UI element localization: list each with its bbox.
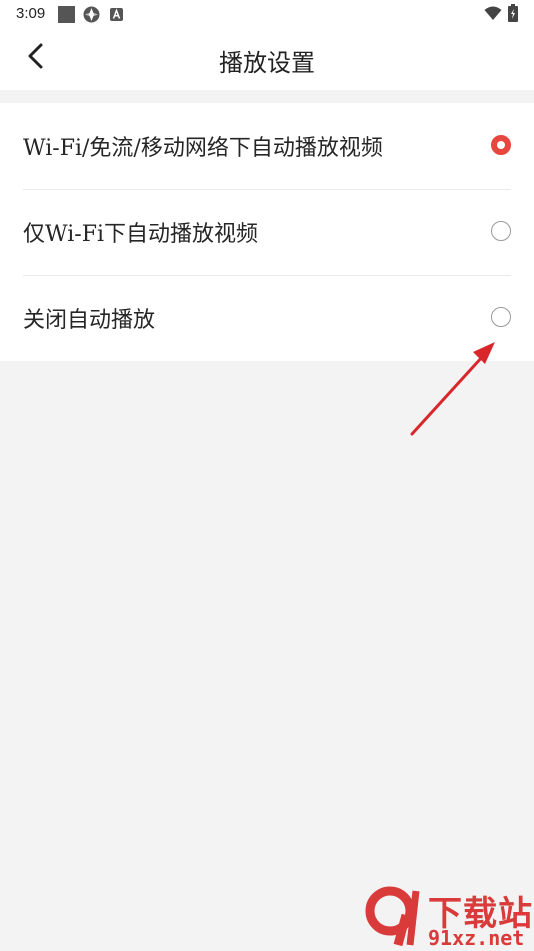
option-label: 仅Wi-Fi下自动播放视频 [23, 222, 258, 247]
header-bar: 播放设置 [0, 28, 534, 90]
app-a-notification-icon [110, 6, 123, 25]
page-title: 播放设置 [219, 49, 315, 77]
wifi-icon [484, 6, 502, 25]
option-wifi-and-mobile-autoplay[interactable]: Wi-Fi/免流/移动网络下自动播放视频 [0, 103, 534, 189]
status-bar: 3:09 [0, 0, 534, 28]
autoplay-options-list: Wi-Fi/免流/移动网络下自动播放视频 仅Wi-Fi下自动播放视频 关闭自动播… [0, 103, 534, 361]
radio-unselected-icon[interactable] [491, 307, 511, 327]
square-notification-icon [58, 6, 75, 27]
annotation-arrow-icon [405, 338, 500, 442]
radio-unselected-icon[interactable] [491, 221, 511, 241]
battery-icon [508, 4, 518, 26]
option-label: Wi-Fi/免流/移动网络下自动播放视频 [23, 136, 383, 161]
option-label: 关闭自动播放 [23, 308, 156, 333]
radio-selected-icon[interactable] [491, 135, 511, 155]
status-time: 3:09 [16, 5, 46, 22]
watermark-text-bottom: 91xz.net [428, 926, 525, 950]
aperture-notification-icon [83, 6, 100, 27]
option-wifi-only-autoplay[interactable]: 仅Wi-Fi下自动播放视频 [0, 189, 534, 275]
